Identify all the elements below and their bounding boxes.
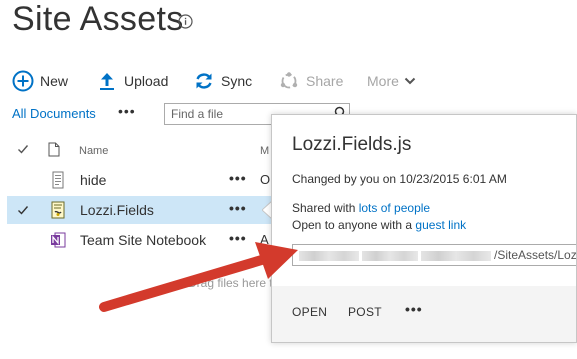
open-button[interactable]: OPEN — [292, 305, 327, 319]
search-placeholder: Find a file — [171, 107, 224, 121]
list-item-selected[interactable]: Lozzi.Fields ••• — [7, 196, 272, 224]
upload-label: Upload — [124, 73, 169, 89]
row-check-icon[interactable] — [17, 204, 29, 216]
file-name[interactable]: hide — [80, 172, 106, 188]
callout-shared-line: Shared with lots of people — [292, 201, 430, 215]
onenote-icon — [51, 232, 66, 248]
file-name[interactable]: Team Site Notebook — [80, 232, 206, 248]
url-visible-text: /SiteAssets/Loz — [494, 248, 577, 262]
share-icon — [280, 72, 298, 89]
js-file-icon — [51, 201, 65, 219]
chevron-down-icon — [404, 77, 416, 85]
callout-open-line: Open to anyone with a guest link — [292, 218, 466, 232]
redacted-url-part — [362, 250, 418, 261]
sync-button[interactable]: Sync — [193, 70, 252, 92]
share-label: Share — [306, 73, 344, 89]
new-label: New — [40, 73, 69, 89]
callout-changed-info: Changed by you on 10/23/2015 6:01 AM — [292, 172, 507, 186]
shared-with-link[interactable]: lots of people — [359, 201, 430, 215]
modified-value: A — [260, 232, 269, 247]
info-icon[interactable] — [178, 14, 193, 29]
more-label: More — [367, 73, 399, 89]
view-menu-ellipsis[interactable]: ••• — [118, 103, 136, 119]
redacted-url-part — [299, 250, 359, 261]
list-item[interactable]: Team Site Notebook ••• A — [0, 226, 272, 254]
redacted-url-part — [421, 250, 491, 261]
plus-circle-icon — [12, 70, 34, 92]
share-button[interactable]: Share — [278, 70, 343, 92]
page-title: Site Assets — [12, 0, 184, 38]
sync-label: Sync — [221, 73, 253, 89]
document-type-icon — [48, 142, 60, 157]
file-url-field[interactable]: /SiteAssets/Loz — [292, 244, 577, 266]
guest-link[interactable]: guest link — [415, 218, 466, 232]
upload-arrow-icon — [100, 73, 114, 90]
list-item[interactable]: hide ••• O — [0, 166, 272, 194]
file-name[interactable]: Lozzi.Fields — [80, 202, 154, 218]
view-all-documents[interactable]: All Documents — [12, 106, 96, 121]
file-callout: Lozzi.Fields.js Changed by you on 10/23/… — [271, 114, 577, 343]
shared-prefix: Shared with — [292, 201, 359, 215]
select-all-check-icon[interactable] — [17, 143, 29, 155]
more-button[interactable]: More — [367, 70, 416, 92]
drag-files-hint: Drag files here t — [188, 276, 273, 290]
new-button[interactable]: New — [12, 70, 68, 92]
upload-button[interactable]: Upload — [96, 70, 168, 92]
column-header-name[interactable]: Name — [79, 145, 108, 157]
open-prefix: Open to anyone with a — [292, 218, 416, 232]
post-button[interactable]: POST — [348, 305, 382, 319]
callout-more-ellipsis[interactable]: ••• — [405, 301, 423, 317]
sync-icon — [196, 73, 212, 89]
item-menu-ellipsis[interactable]: ••• — [229, 230, 247, 246]
modified-value: O — [260, 172, 271, 187]
callout-title: Lozzi.Fields.js — [292, 134, 412, 155]
column-header-modified[interactable]: M — [260, 145, 269, 157]
item-menu-ellipsis[interactable]: ••• — [229, 200, 247, 216]
text-file-icon — [52, 171, 64, 189]
item-menu-ellipsis[interactable]: ••• — [229, 170, 247, 186]
